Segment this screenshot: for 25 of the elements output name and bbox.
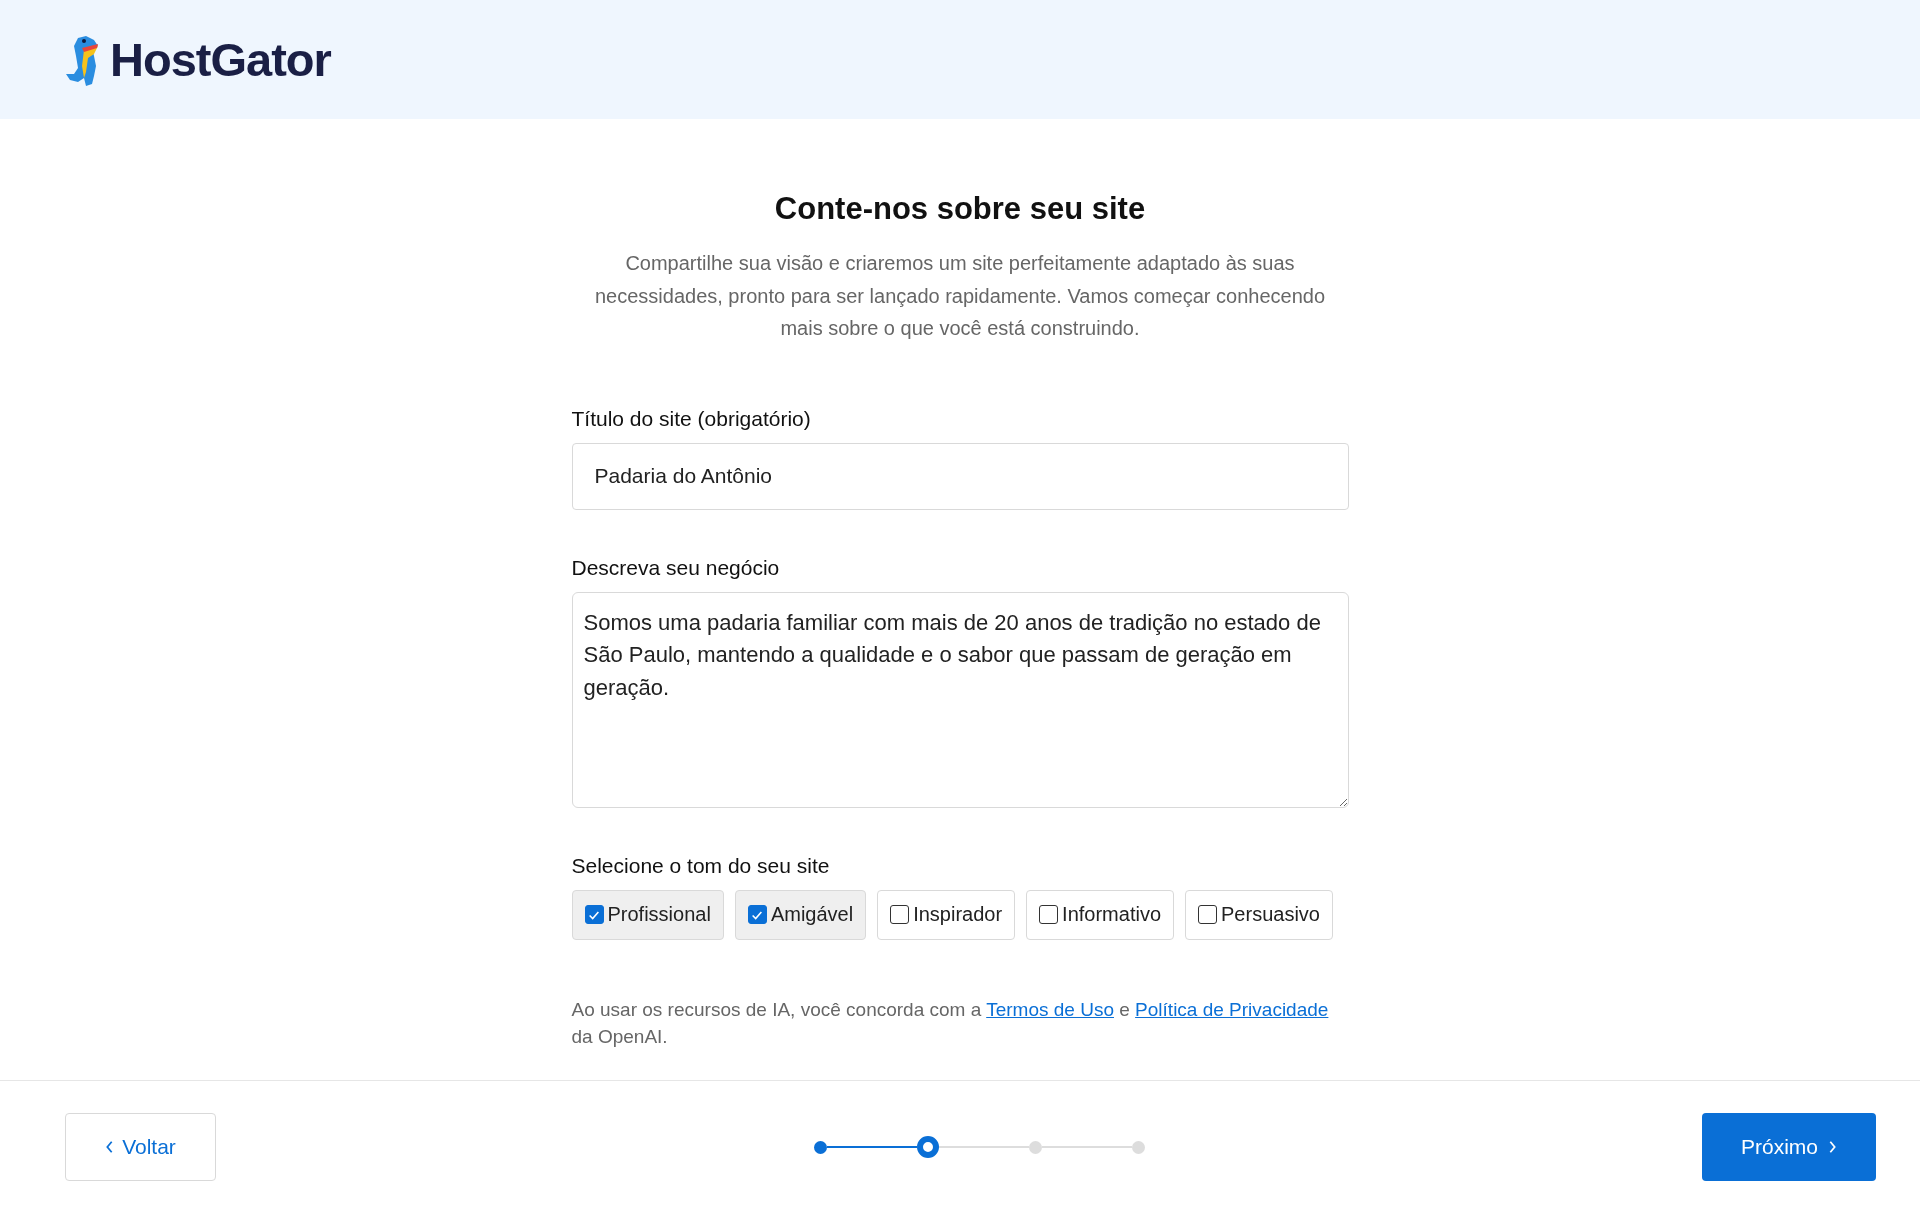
tone-option[interactable]: Persuasivo [1185,889,1333,940]
field-label: Descreva seu negócio [571,555,781,580]
checkbox[interactable] [890,905,910,924]
checkbox[interactable] [747,905,767,924]
checkbox[interactable] [584,905,604,924]
chevron-left-icon [105,1140,115,1154]
page-heading: Conte-nos sobre seu site [773,191,1147,227]
disclaimer-text: Ao usar os recursos de IA, você concorda com a Termos de Uso e Política de Privacidade da OpenAI. [571,997,1330,1049]
site-title-field[interactable]: Padaria do Antônio [571,442,1349,510]
tone-option[interactable]: Informativo [1026,889,1175,940]
tone-option[interactable]: Inspirador [877,889,1016,940]
description-field[interactable]: Somos uma padaria familiar com mais de 20 anos de tradição no estado de São Paulo, mantendo a qualidade e o sabor que passam de geração em geração. [571,591,1349,808]
tone-option[interactable]: Profissional [571,889,724,940]
terms-link[interactable]: Termos de Uso [986,998,1114,1020]
field-label: Selecione o tom do seu site [571,853,831,878]
checkbox[interactable] [1039,905,1059,924]
tone-option[interactable]: Amigável [734,889,867,940]
intro-text: Compartilhe sua visão e criaremos um site perfeitamente adaptado às suas necessidades, pronto para ser lançado rapidamente. Vamos começar conhecendo mais sobre o que você está construindo. [593,251,1327,341]
next-button[interactable]: Próximo [1702,1113,1876,1181]
chevron-right-icon [1828,1140,1837,1154]
field-label: Título do site (obrigatório) [571,406,812,431]
privacy-link[interactable]: Política de Privacidade [1135,998,1329,1020]
logo-wordmark[interactable]: HostGator [110,32,331,87]
back-button[interactable]: Voltar [65,1113,216,1181]
checkbox[interactable] [1198,905,1218,924]
